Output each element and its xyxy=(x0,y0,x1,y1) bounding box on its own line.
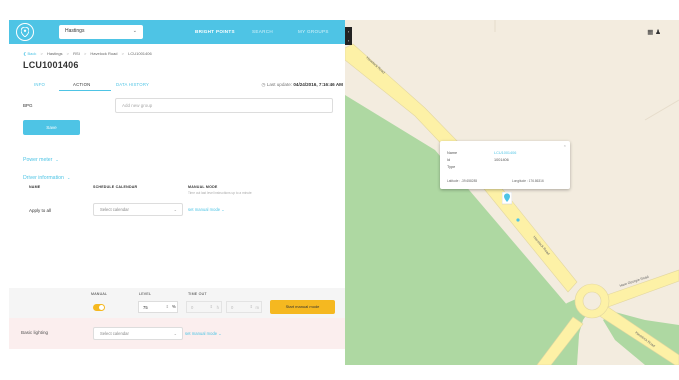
manual-label: MANUAL xyxy=(91,292,108,296)
select-value: Select calendar xyxy=(100,331,129,336)
last-update-label: Last update: xyxy=(266,82,293,87)
chevron-down-icon: ⌄ xyxy=(173,331,177,336)
chevron-down-icon: ⌄ xyxy=(55,157,59,162)
info-type-label: Type xyxy=(447,165,456,169)
driver-information-label: Driver information xyxy=(23,175,64,181)
chevron-down-icon: ⌄ xyxy=(218,331,222,336)
apply-all-label: Apply to all xyxy=(29,208,52,213)
driver-information-toggle[interactable]: Driver information ⌄ xyxy=(23,175,70,181)
breadcrumb: ❮ Back > Hastings > RSI > Havelock Road … xyxy=(23,51,152,56)
info-name-value[interactable]: LCU1001406 xyxy=(494,151,516,155)
timeout-hours-input[interactable]: 0 ⇕ h xyxy=(186,301,222,313)
minor-road xyxy=(644,99,679,121)
back-label: Back xyxy=(27,51,37,56)
map-tiles: Havelock Road Havelock Road Hare Georgie… xyxy=(345,20,679,365)
stepper-icon[interactable]: ⇕ xyxy=(166,304,169,309)
info-popup: × Name LCU1001406 Id 1001406 Type Latitu… xyxy=(440,141,570,189)
back-link[interactable]: ❮ Back xyxy=(23,51,36,56)
manual-link-label: set manual mode xyxy=(188,207,221,212)
apply-all-manual-mode-link[interactable]: set manual mode ⌄ xyxy=(188,207,225,212)
save-button[interactable]: Save xyxy=(23,120,80,135)
streetlight-marker[interactable] xyxy=(516,218,520,222)
timeout-hours-value: 0 xyxy=(191,305,194,310)
basic-lighting-manual-mode-link[interactable]: set manual mode ⌄ xyxy=(185,331,222,336)
basic-lighting-row: Basic lighting Select calendar ⌄ set man… xyxy=(9,318,345,349)
chevron-left-icon: ‹ xyxy=(347,38,350,43)
chevron-down-icon: ⌄ xyxy=(132,28,137,34)
timeout-minutes-value: 0 xyxy=(231,305,234,310)
info-id-label: Id xyxy=(447,158,451,162)
level-label: LEVEL xyxy=(139,292,152,296)
breadcrumb-separator: > xyxy=(40,51,43,56)
power-meter-toggle[interactable]: Power meter ⌄ xyxy=(23,157,59,163)
info-latitude: Latitude : -39.658285 xyxy=(447,179,478,183)
active-tab-indicator xyxy=(59,90,111,91)
page-title: LCU1001406 xyxy=(23,60,79,70)
nav-bright-points[interactable]: BRIGHT POINTS xyxy=(195,29,235,34)
column-header-name: NAME xyxy=(29,185,41,189)
chevron-down-icon: ⌄ xyxy=(66,175,71,180)
clock-icon: ◷ xyxy=(261,82,266,87)
last-update: ◷ Last update: 04/24/2016, 7:16:46 AM xyxy=(261,82,343,88)
level-value: 75 xyxy=(143,305,148,310)
back-arrow-icon: ❮ xyxy=(23,51,27,56)
manual-link-label: set manual mode xyxy=(185,331,218,336)
breadcrumb-separator: > xyxy=(83,51,87,56)
chevron-right-icon: › xyxy=(347,29,350,34)
breadcrumb-item[interactable]: Hastings xyxy=(47,51,63,56)
tab-data-history[interactable]: DATA HISTORY xyxy=(116,82,149,87)
breadcrumb-item: LCU1001406 xyxy=(128,51,152,56)
timeout-label: TIME OUT xyxy=(188,292,207,296)
breadcrumb-separator: > xyxy=(66,51,70,56)
basic-lighting-label: Basic lighting xyxy=(21,330,49,335)
nav-my-groups[interactable]: MY GROUPS xyxy=(298,29,329,34)
column-header-manual: MANUAL MODE xyxy=(188,185,218,189)
select-value: Select calendar xyxy=(100,207,129,212)
user-icon[interactable]: ♟ xyxy=(655,29,661,36)
power-meter-label: Power meter xyxy=(23,157,53,163)
breadcrumb-item[interactable]: RSI xyxy=(73,51,80,56)
tab-action[interactable]: ACTION xyxy=(73,82,90,87)
info-name-label: Name xyxy=(447,151,458,155)
location-pin-icon[interactable] xyxy=(16,23,34,41)
collapse-map-button[interactable]: › ‹ xyxy=(345,27,352,45)
area-select-value: Hastings xyxy=(65,28,85,34)
breadcrumb-item[interactable]: Havelock Road xyxy=(90,51,117,56)
column-header-schedule: SCHEDULE CALENDAR xyxy=(93,185,138,189)
minutes-unit: m xyxy=(255,305,260,310)
area-select[interactable]: Hastings ⌄ xyxy=(59,25,143,39)
map-view[interactable]: Havelock Road Havelock Road Hare Georgie… xyxy=(345,20,679,365)
hours-unit: h xyxy=(216,305,219,310)
breadcrumb-separator: > xyxy=(121,51,124,56)
map-toolbar: ▦ ♟ xyxy=(647,28,661,36)
stepper-icon[interactable]: ⇕ xyxy=(250,304,253,309)
info-longitude: Longitude : 176.86316 xyxy=(512,179,544,183)
last-update-value: 04/24/2016, 7:16:46 AM xyxy=(293,82,343,87)
bpg-input[interactable]: Add new group xyxy=(115,98,333,113)
start-manual-mode-button[interactable]: Start manual mode xyxy=(270,300,335,314)
nav-search[interactable]: SEARCH xyxy=(252,29,273,34)
info-id-value: 1001406 xyxy=(494,158,509,162)
manual-mode-hint: Time out last level instructions up to a… xyxy=(188,191,252,195)
map-pin-icon[interactable] xyxy=(501,191,513,211)
stepper-icon[interactable]: ⇕ xyxy=(210,304,213,309)
chevron-down-icon: ⌄ xyxy=(173,207,177,212)
level-unit: % xyxy=(172,304,176,309)
manual-toggle[interactable] xyxy=(93,304,105,311)
chevron-down-icon: ⌄ xyxy=(221,207,225,212)
grid-icon[interactable]: ▦ xyxy=(647,29,653,36)
top-bar: Hastings ⌄ BRIGHT POINTS SEARCH MY GROUP… xyxy=(9,20,345,44)
basic-lighting-calendar-select[interactable]: Select calendar ⌄ xyxy=(93,327,183,340)
bpg-label: BPG xyxy=(23,103,33,108)
apply-all-calendar-select[interactable]: Select calendar ⌄ xyxy=(93,203,183,216)
timeout-minutes-input[interactable]: 0 ⇕ m xyxy=(226,301,262,313)
left-panel: Hastings ⌄ BRIGHT POINTS SEARCH MY GROUP… xyxy=(9,20,345,365)
roundabout-center xyxy=(582,291,602,311)
close-icon[interactable]: × xyxy=(564,143,566,148)
tab-info[interactable]: INFO xyxy=(34,82,45,87)
